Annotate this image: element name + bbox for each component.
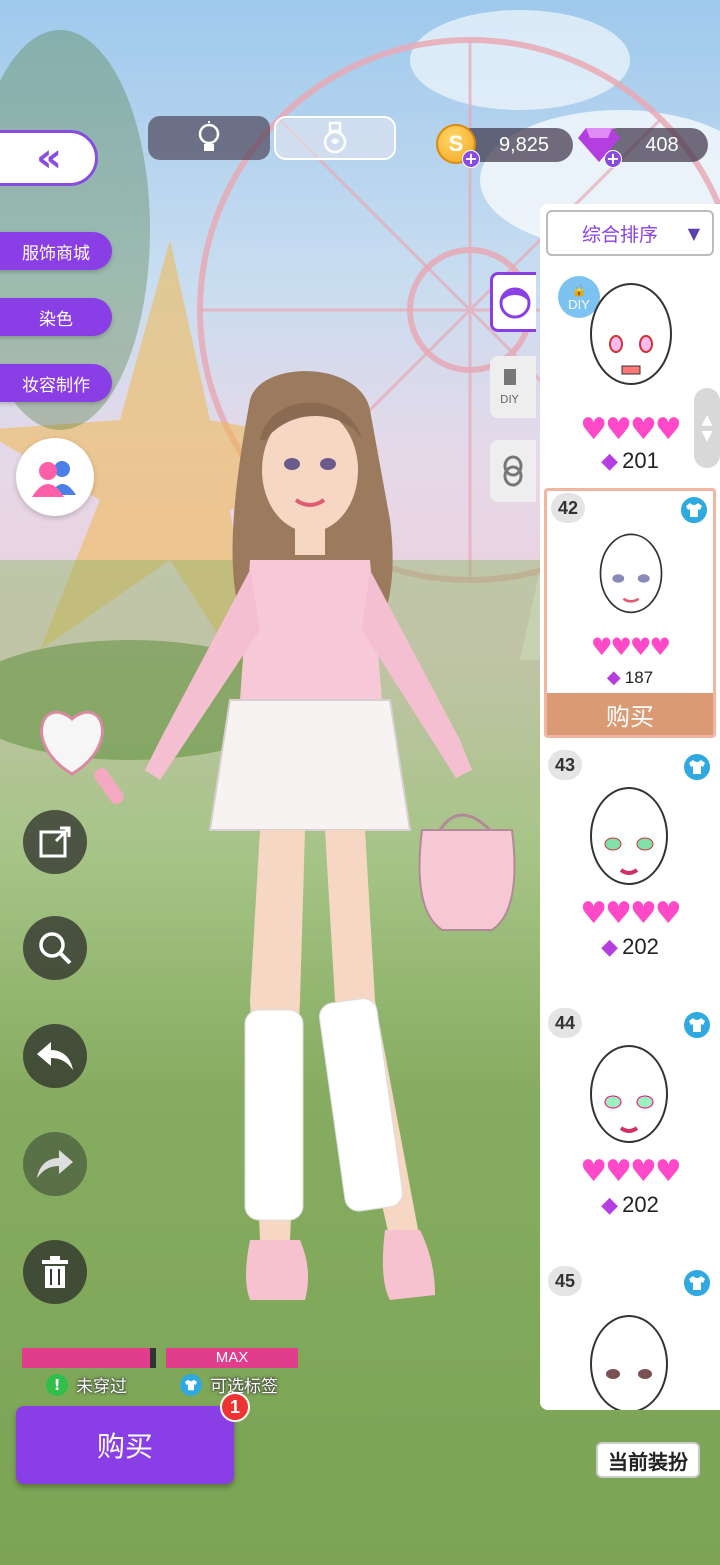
svg-text:DIY: DIY [500,393,519,406]
gem-icon: ◆ [601,934,619,959]
rating-hearts: ♥♥♥♥ [580,896,682,931]
lightbulb-icon [198,121,220,151]
item-card-diy[interactable]: 🔒 DIY ♥♥♥♥ ◆ 201 [544,264,716,482]
ring-icon [503,455,523,487]
shirt-tag-icon [682,1268,712,1298]
gem-icon: ◆ [601,448,619,473]
item-number: 43 [548,750,582,780]
share-button[interactable] [23,810,87,874]
shirt-tag-icon [682,1010,712,1040]
undo-button[interactable] [23,1024,87,1088]
zoom-icon [39,932,72,965]
trash-icon [42,1256,68,1288]
face-preview-image [590,787,668,885]
exclamation-icon: ! [46,1373,68,1396]
potion-icon [323,121,347,154]
current-outfit-button[interactable]: 当前装扮 [596,1442,700,1478]
undo-icon [37,1042,73,1070]
gem-icon: ◆ [606,667,621,687]
panel-scrollbar[interactable]: ▲ ▼ [694,388,720,468]
shirt-tag-icon [679,495,709,525]
tab-makeup-diy[interactable]: DIY [490,356,536,418]
zoom-button[interactable] [23,916,87,980]
face-preview-image [590,1045,668,1143]
clothing-store-button[interactable]: 服饰商城 [0,232,112,270]
redo-icon [37,1150,73,1178]
share-icon [39,826,71,858]
delete-button[interactable] [23,1240,87,1304]
coin-count: 9,825 [498,133,550,156]
item-card-42[interactable]: 42 ♥♥♥♥ ◆ 187 购买 [544,488,716,738]
gem-count: 408 [645,133,679,156]
item-card-44[interactable]: 44 ♥♥♥♥ ◆ 202 [544,1006,716,1256]
makeup-diy-icon: DIY [500,369,519,406]
rating-hearts: ♥♥♥♥ [580,1154,682,1189]
sort-label: 综合排序 [582,223,659,246]
makeup-create-button[interactable]: 妆容制作 [0,364,112,402]
not-worn-status: ! 未穿过 [46,1372,127,1397]
face-preview-image [599,533,663,614]
item-price: ◆ 187 [606,667,654,687]
back-button[interactable]: « [0,130,98,186]
add-coins-icon[interactable]: + [462,150,480,168]
lock-icon: 🔒 [571,282,587,297]
double-chevron-left-icon: « [36,135,62,181]
item-price: ◆ 201 [601,448,659,473]
max-bar: MAX [166,1348,298,1368]
face-preview-image [590,283,672,385]
hint-button[interactable] [148,116,270,160]
tab-face[interactable] [490,272,536,332]
item-buy-button[interactable]: 购买 [547,693,713,735]
item-number: 44 [548,1008,582,1038]
face-preview-image [590,1315,668,1410]
shirt-tag-icon [180,1373,202,1396]
friends-button[interactable] [16,438,94,516]
dropdown-arrow-icon: ▼ [687,224,700,243]
item-price: ◆ 202 [601,934,659,959]
rating-hearts: ♥♥♥♥ [580,412,682,447]
sort-dropdown[interactable]: 综合排序 ▼ [546,210,714,256]
progress-bar [22,1348,156,1368]
scroll-arrows-icon: ▲ ▼ [701,412,713,444]
gem-icon: ◆ [601,1192,619,1217]
item-price: ◆ 202 [601,1192,659,1217]
buy-count-badge: 1 [220,1392,250,1422]
character-avatar[interactable] [100,360,540,1330]
dye-button[interactable]: 染色 [0,298,112,336]
tab-accessory[interactable] [490,440,536,502]
item-card-43[interactable]: 43 ♥♥♥♥ ◆ 202 [544,748,716,998]
item-card-45[interactable]: 45 [544,1264,716,1410]
rating-hearts: ♥♥♥♥ [590,633,671,661]
buy-button[interactable]: 购买 [16,1406,234,1484]
item-panel[interactable]: 综合排序 ▼ 🔒 DIY ♥♥♥♥ ◆ 201 42 ♥♥♥♥ ◆ 187 购买… [540,204,720,1410]
face-icon [499,287,530,319]
friends-icon [32,461,76,497]
shirt-tag-icon [682,752,712,782]
redo-button[interactable] [23,1132,87,1196]
item-number: 45 [548,1266,582,1296]
potion-button[interactable] [274,116,396,160]
item-number: 42 [551,493,585,523]
add-gems-icon[interactable]: + [604,150,622,168]
